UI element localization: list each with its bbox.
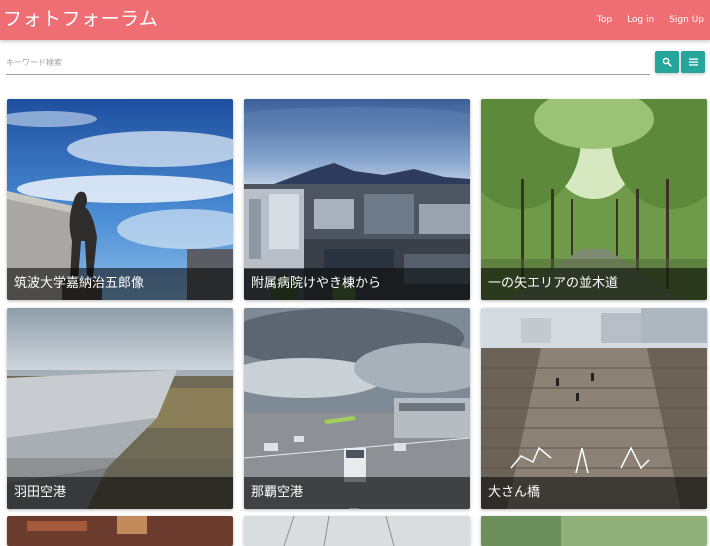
menu-button[interactable] xyxy=(681,51,705,73)
photo-caption: 那覇空港 xyxy=(244,477,470,509)
search-bar xyxy=(6,50,706,76)
photo-caption: 羽田空港 xyxy=(7,477,233,509)
photo-caption: 附属病院けやき棟から xyxy=(244,268,470,300)
search-input[interactable] xyxy=(6,50,650,75)
photo-card[interactable]: 那覇空港 xyxy=(244,308,470,509)
photo-caption: 筑波大学嘉納治五郎像 xyxy=(7,268,233,300)
photo-image xyxy=(7,516,233,546)
search-icon xyxy=(662,57,672,67)
photo-caption: 一の矢エリアの並木道 xyxy=(481,268,707,300)
nav-signup-link[interactable]: Sign Up xyxy=(669,15,704,25)
photo-card[interactable] xyxy=(7,516,233,546)
photo-card[interactable]: 羽田空港 xyxy=(7,308,233,509)
menu-icon xyxy=(688,58,698,66)
photo-card[interactable]: 大さん橋 xyxy=(481,308,707,509)
nav-top-link[interactable]: Top xyxy=(597,15,612,25)
nav-links: Top Log in Sign Up xyxy=(582,0,704,40)
photo-caption: 大さん橋 xyxy=(481,477,707,509)
site-title[interactable]: フォトフォーラム xyxy=(3,6,158,32)
photo-image xyxy=(481,516,707,546)
photo-image xyxy=(244,516,470,546)
photo-card[interactable]: 筑波大学嘉納治五郎像 xyxy=(7,99,233,300)
photo-card[interactable] xyxy=(481,516,707,546)
photo-card[interactable] xyxy=(244,516,470,546)
photo-card[interactable]: 附属病院けやき棟から xyxy=(244,99,470,300)
search-button[interactable] xyxy=(655,51,679,73)
navbar: フォトフォーラム Top Log in Sign Up xyxy=(0,0,710,40)
nav-login-link[interactable]: Log in xyxy=(627,15,654,25)
photo-card[interactable]: 一の矢エリアの並木道 xyxy=(481,99,707,300)
